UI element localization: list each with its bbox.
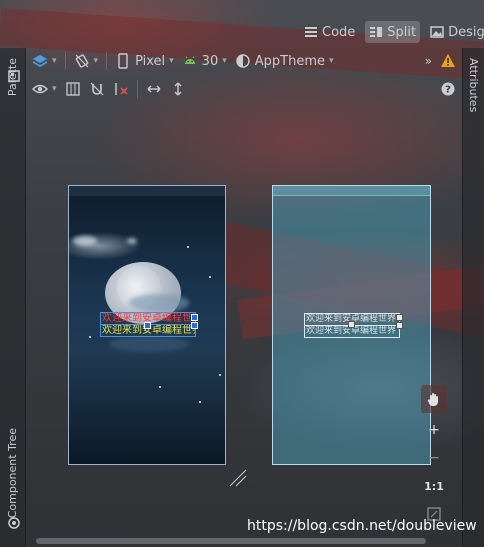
resize-handle[interactable] (191, 314, 198, 321)
component-tree-icon (8, 517, 20, 529)
zoom-controls: + − 1:1 (420, 385, 448, 525)
margins-icon (65, 82, 80, 96)
more-actions-button[interactable]: » (425, 50, 432, 72)
resize-handle[interactable] (348, 321, 355, 328)
cloud-image (129, 294, 189, 312)
chevron-down-icon: ▾ (93, 56, 99, 66)
design-preview-phone[interactable]: 欢迎来到安卓编程世界 欢迎来到安卓编程世界 (68, 185, 226, 465)
star (89, 336, 91, 338)
split-view-icon (370, 27, 383, 37)
attributes-tab-label: Attributes (467, 58, 480, 113)
horizontal-arrows-icon (147, 85, 161, 93)
actual-size-button[interactable]: 1:1 (421, 475, 447, 497)
theme-icon (236, 54, 250, 68)
view-mode-switcher: Code Split Design (300, 20, 484, 44)
chevron-down-icon: ▾ (52, 84, 57, 94)
split-mode-button[interactable]: Split (365, 21, 421, 43)
cloud-image (73, 236, 97, 246)
horizontal-scrollbar[interactable] (36, 538, 426, 544)
chevron-down-icon: ▾ (169, 56, 174, 66)
double-chevron-right-icon: » (424, 54, 432, 68)
chevron-down-icon: ▾ (329, 56, 334, 66)
resize-handle[interactable] (191, 322, 198, 329)
watermark-text: https://blog.csdn.net/doubleview (247, 518, 477, 534)
code-mode-label: Code (322, 24, 356, 40)
hand-icon (427, 393, 438, 407)
vertical-arrows-icon (174, 82, 182, 96)
blueprint-preview-phone[interactable]: 欢迎来到安卓编程世界 欢迎来到安卓编程世界 (272, 185, 431, 465)
device-selector[interactable]: Pixel ▾ (115, 50, 174, 72)
star (199, 401, 201, 403)
layers-icon (32, 55, 48, 67)
clear-constraints-icon (114, 83, 128, 95)
theme-label: AppTheme (254, 53, 325, 69)
zoom-in-label: + (428, 422, 440, 438)
design-mode-button[interactable]: Design (426, 21, 484, 43)
cloud-image (127, 238, 137, 244)
split-mode-label: Split (387, 24, 417, 40)
svg-text:?: ? (445, 85, 451, 96)
design-toolbar: ▾ ▾ Pixel ▾ 30 ▾ AppTheme ▾ » (28, 48, 462, 74)
star (209, 276, 211, 278)
status-bar (69, 186, 225, 196)
canvas-resize-icon[interactable] (228, 468, 248, 488)
phone-icon (118, 53, 128, 69)
api-level-label: 30 (201, 53, 219, 69)
star (187, 246, 189, 248)
design-toolbar-secondary: ▾ ? (28, 78, 462, 100)
rotate-device-icon (75, 54, 88, 68)
component-tree-tab-label: Component Tree (6, 428, 19, 519)
design-mode-label: Design (448, 24, 484, 40)
chevron-down-icon: ▾ (222, 56, 227, 66)
pack-horizontal-button[interactable] (146, 78, 162, 100)
status-bar (273, 186, 430, 196)
warnings-button[interactable] (440, 50, 462, 72)
pack-vertical-button[interactable] (170, 78, 186, 100)
zoom-in-button[interactable]: + (421, 419, 447, 441)
component-tree-tab[interactable]: Component Tree (6, 428, 19, 518)
code-lines-icon (305, 27, 317, 37)
star (219, 374, 221, 376)
image-icon (430, 26, 444, 38)
resize-handle[interactable] (396, 314, 403, 321)
clear-constraints-button[interactable] (113, 78, 129, 100)
resize-handle[interactable] (144, 322, 151, 329)
eye-icon (32, 84, 48, 94)
toolbar-divider (136, 80, 138, 98)
zoom-out-label: − (428, 450, 440, 466)
code-mode-button[interactable]: Code (300, 21, 359, 43)
show-margins-button[interactable] (65, 78, 81, 100)
cloud-image (109, 336, 189, 352)
toolbar-divider (64, 52, 66, 70)
magnet-off-icon (90, 82, 103, 96)
resize-handle[interactable] (396, 322, 403, 329)
toolbar-divider (106, 52, 108, 70)
palette-icon (8, 70, 20, 82)
design-surface-button[interactable]: ▾ (32, 50, 57, 72)
device-label: Pixel (135, 53, 166, 69)
android-icon (184, 56, 195, 64)
attributes-tab[interactable]: Attributes (467, 58, 480, 112)
right-tool-window-bar (462, 48, 484, 547)
help-icon: ? (441, 82, 455, 96)
warning-icon (441, 54, 455, 67)
orientation-button[interactable]: ▾ (74, 50, 99, 72)
help-button[interactable]: ? (440, 78, 462, 100)
chevron-down-icon: ▾ (52, 56, 57, 66)
api-level-selector[interactable]: 30 ▾ (182, 50, 227, 72)
theme-selector[interactable]: AppTheme ▾ (235, 50, 334, 72)
view-options-button[interactable]: ▾ (32, 78, 57, 100)
star (159, 386, 161, 388)
zoom-out-button[interactable]: − (421, 447, 447, 469)
autoconnect-button[interactable] (89, 78, 105, 100)
actual-size-label: 1:1 (424, 479, 444, 493)
pan-button[interactable] (421, 385, 447, 413)
